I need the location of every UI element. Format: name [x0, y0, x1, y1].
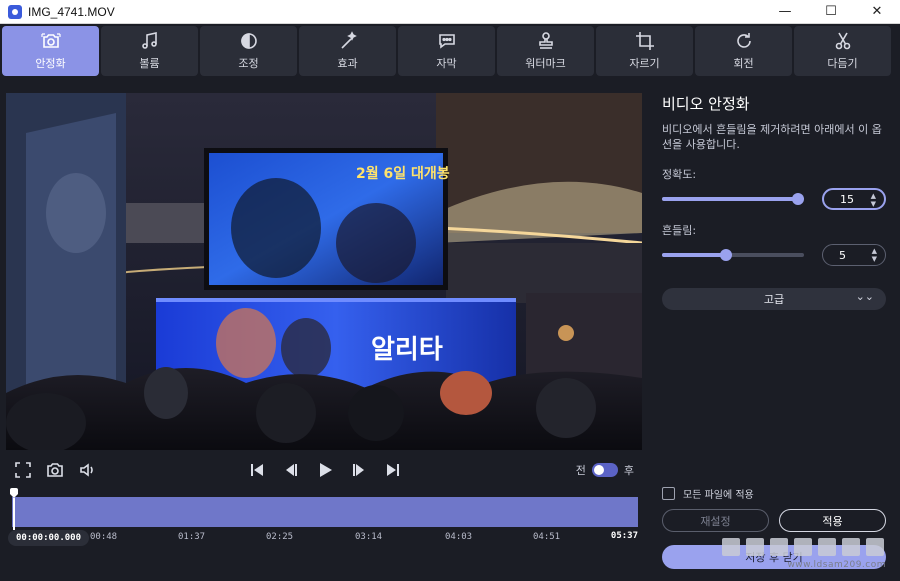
- reset-button[interactable]: 재설정: [662, 509, 769, 532]
- next-frame-icon[interactable]: [348, 459, 370, 481]
- skip-end-icon[interactable]: [382, 459, 404, 481]
- shake-value[interactable]: 5: [839, 249, 846, 262]
- snapshot-camera-icon[interactable]: [44, 459, 66, 481]
- accuracy-stepper[interactable]: 15 ▲ ▼: [822, 188, 886, 210]
- timeline-tick: 04:03: [445, 532, 473, 542]
- tab-label: 자막: [436, 57, 457, 70]
- tab-label: 효과: [337, 57, 358, 70]
- tab-volume[interactable]: 볼륨: [101, 26, 198, 76]
- shake-row: 5 ▲ ▼: [662, 244, 886, 266]
- skip-start-icon[interactable]: [246, 459, 268, 481]
- timeline-tick: 03:14: [355, 532, 383, 542]
- shake-slider[interactable]: [662, 249, 804, 261]
- timeline-ticks: 00:48 01:37 02:25 03:14 04:03 04:51: [6, 531, 642, 545]
- music-note-icon: [141, 32, 157, 49]
- before-after-switch[interactable]: [591, 463, 618, 477]
- video-frame: 2월 6일 대개봉 알리타: [6, 93, 642, 450]
- tab-crop[interactable]: 자르기: [596, 26, 693, 76]
- close-button[interactable]: ✕: [854, 0, 900, 24]
- play-icon[interactable]: [314, 459, 336, 481]
- apply-all-label: 모든 파일에 적용: [683, 490, 754, 501]
- accuracy-slider-thumb[interactable]: [792, 193, 805, 205]
- save-and-close-button[interactable]: 저장 후 닫기: [662, 545, 886, 569]
- tab-subtitle[interactable]: 자막: [398, 26, 495, 76]
- action-buttons: 재설정 적용: [662, 509, 886, 532]
- video-preview[interactable]: 2월 6일 대개봉 알리타: [6, 93, 642, 450]
- apply-button[interactable]: 적용: [779, 509, 886, 532]
- tab-label: 볼륨: [139, 57, 160, 70]
- accuracy-label: 정확도:: [662, 168, 697, 181]
- panel-title: 비디오 안정화: [662, 95, 750, 113]
- accuracy-value[interactable]: 15: [840, 193, 854, 206]
- apply-all-checkbox[interactable]: [662, 487, 675, 500]
- screen-promo-text: 2월 6일 대개봉: [356, 165, 450, 182]
- rotate-icon: [736, 33, 751, 48]
- before-label: 전: [575, 464, 586, 477]
- timeline-tick: 01:37: [178, 532, 206, 542]
- timeline-tick: 02:25: [266, 532, 294, 542]
- minimize-button[interactable]: —: [762, 0, 808, 24]
- shake-slider-fill: [662, 253, 726, 257]
- tab-watermark[interactable]: 워터마크: [497, 26, 594, 76]
- scissors-icon: [835, 32, 850, 50]
- contrast-icon: [240, 33, 257, 49]
- tab-trim[interactable]: 다듬기: [794, 26, 891, 76]
- chevron-down-icon[interactable]: ▼: [872, 255, 877, 263]
- before-after-toggle[interactable]: 전 후: [576, 462, 634, 478]
- maximize-button[interactable]: ☐: [808, 0, 854, 24]
- timeline-tick: 00:48: [90, 532, 118, 542]
- accuracy-stepper-arrows[interactable]: ▲ ▼: [871, 192, 876, 208]
- stabilize-camera-icon: [40, 33, 61, 48]
- tab-label: 조정: [238, 57, 259, 70]
- timeline-track[interactable]: [12, 497, 638, 527]
- volume-icon[interactable]: [76, 459, 98, 481]
- stamp-icon: [538, 32, 553, 49]
- apply-all-option[interactable]: 모든 파일에 적용: [662, 486, 754, 501]
- speech-bubble-icon: [438, 34, 455, 49]
- magic-wand-icon: [340, 31, 357, 49]
- tab-rotate[interactable]: 회전: [695, 26, 792, 76]
- shake-stepper[interactable]: 5 ▲ ▼: [822, 244, 886, 266]
- accuracy-row: 15 ▲ ▼: [662, 188, 886, 210]
- stage-title-text: 알리타: [371, 335, 443, 365]
- tab-label: 회전: [733, 57, 754, 70]
- timeline-tick: 04:51: [533, 532, 561, 542]
- end-timecode: 05:37: [610, 531, 638, 541]
- previous-frame-icon[interactable]: [280, 459, 302, 481]
- window-title: IMG_4741.MOV: [28, 4, 115, 19]
- stabilization-panel: 비디오 안정화 비디오에서 흔들림을 제거하려면 아래에서 이 옵션을 사용합니…: [662, 93, 886, 310]
- crop-icon: [635, 32, 654, 50]
- app-logo-icon: [8, 4, 22, 19]
- chevron-down-icon[interactable]: ▼: [871, 200, 876, 208]
- shake-slider-thumb[interactable]: [719, 249, 732, 261]
- tab-effects[interactable]: 효과: [299, 26, 396, 76]
- playhead-line: [13, 498, 15, 530]
- accuracy-slider-fill: [662, 197, 799, 201]
- tab-label: 자르기: [629, 57, 660, 70]
- fullscreen-icon[interactable]: [12, 459, 34, 481]
- shake-label: 흔들림:: [662, 224, 697, 237]
- chevron-up-icon[interactable]: ▲: [871, 192, 876, 200]
- panel-description: 비디오에서 흔들림을 제거하려면 아래에서 이 옵션을 사용합니다.: [662, 123, 882, 151]
- playhead-handle[interactable]: [10, 488, 18, 530]
- playback-controls: 전 후: [6, 456, 642, 484]
- tab-label: 워터마크: [525, 57, 566, 70]
- tab-stabilize[interactable]: 안정화: [2, 26, 99, 76]
- after-label: 후: [623, 464, 634, 477]
- advanced-button[interactable]: 고급 ⌄⌄: [662, 288, 886, 310]
- shake-stepper-arrows[interactable]: ▲ ▼: [872, 247, 877, 263]
- tab-label: 안정화: [35, 57, 66, 70]
- tab-label: 다듬기: [827, 57, 858, 70]
- playhead-knob[interactable]: [10, 488, 18, 498]
- title-bar: IMG_4741.MOV — ☐ ✕: [0, 0, 900, 24]
- edit-toolbar: 안정화 볼륨 조정 효과 자막 워터마크 자르기 회전 다듬기: [0, 26, 900, 78]
- accuracy-slider[interactable]: [662, 193, 805, 205]
- chevron-up-icon[interactable]: ▲: [872, 247, 877, 255]
- tab-adjust[interactable]: 조정: [200, 26, 297, 76]
- double-chevron-down-icon: ⌄⌄: [855, 290, 874, 303]
- advanced-label: 고급: [763, 293, 785, 306]
